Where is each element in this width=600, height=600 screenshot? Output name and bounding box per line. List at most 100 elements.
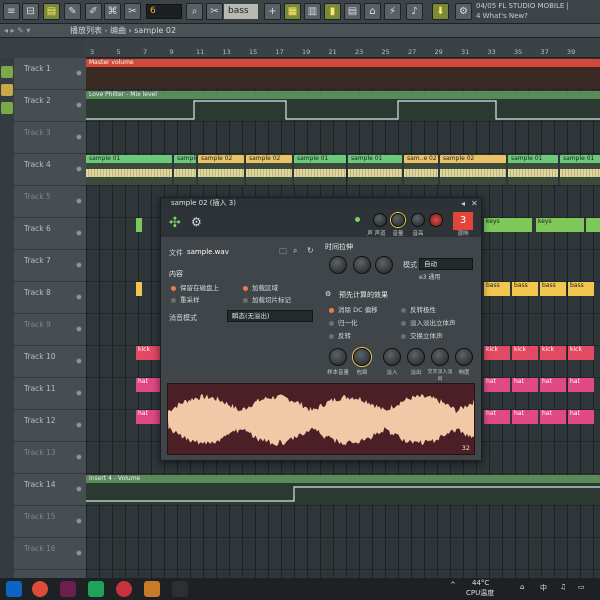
pattern-clip[interactable]: hat: [512, 410, 538, 424]
track-header[interactable]: Track 7: [14, 250, 86, 282]
track-add-icon[interactable]: [1, 102, 13, 114]
audio-clip[interactable]: sample 01: [294, 155, 346, 185]
option-load-regions[interactable]: 加载区域: [243, 282, 278, 292]
pattern-clip[interactable]: hat: [484, 378, 510, 392]
terminal-icon[interactable]: [172, 581, 188, 597]
track-header[interactable]: Track 12: [14, 410, 86, 442]
dialog-pin-icon[interactable]: ◂: [461, 198, 465, 209]
effect-remove-dc[interactable]: 消除 DC 偏移: [329, 304, 378, 314]
option-resample[interactable]: 重采样: [171, 294, 200, 304]
fade-in-knob[interactable]: [383, 348, 401, 366]
pattern-clip[interactable]: bass: [540, 282, 566, 296]
pattern-clip[interactable]: hat: [512, 378, 538, 392]
delete-icon[interactable]: ✂: [124, 3, 141, 20]
pattern-clip[interactable]: hat: [484, 410, 510, 424]
audio-clip[interactable]: sam..e 02: [404, 155, 438, 185]
option-keep-on-disk[interactable]: 保留在磁盘上: [171, 282, 219, 292]
track-header[interactable]: Track 15: [14, 506, 86, 538]
pattern-clip[interactable]: hat: [540, 410, 566, 424]
sample-volume-knob[interactable]: [329, 348, 347, 366]
fade-out-knob[interactable]: [407, 348, 425, 366]
audio-clip[interactable]: sample 01: [560, 155, 600, 185]
pattern-clip[interactable]: bass: [484, 282, 510, 296]
track-header[interactable]: Track 16: [14, 538, 86, 570]
timeline-ruler[interactable]: 3 5 7 9 11 13 15 17 19 21 23 25 27 29 31 33 35 37 39: [86, 38, 600, 58]
track-mute-led[interactable]: [76, 358, 82, 364]
premiere-icon[interactable]: [60, 581, 76, 597]
love-philter-clip[interactable]: Love Philter - Mix level: [86, 91, 600, 121]
volume-icon[interactable]: ♫: [560, 583, 566, 591]
track-mute-led[interactable]: [76, 550, 82, 556]
envelope-knob[interactable]: [353, 348, 371, 366]
piano-roll-icon[interactable]: ▥: [304, 3, 321, 20]
wrench-icon[interactable]: ⚙: [191, 215, 202, 229]
paint-icon[interactable]: ⌘: [104, 3, 121, 20]
track-mute-led[interactable]: [76, 262, 82, 268]
track-mute-led[interactable]: [76, 70, 82, 76]
plugin-icon[interactable]: ⚡: [384, 3, 401, 20]
track-mute-led[interactable]: [76, 166, 82, 172]
effect-fade-stereo[interactable]: 淡入淡出立体声: [401, 317, 456, 327]
dialog-title[interactable]: sample 02 (插入 3): [161, 198, 481, 209]
audio-clip[interactable]: sample 01: [174, 155, 196, 185]
track-mute-led[interactable]: [76, 518, 82, 524]
effect-swap-stereo[interactable]: 交换立体声: [401, 330, 443, 340]
mode-dropdown[interactable]: 自动: [419, 258, 473, 270]
pattern-clip[interactable]: bass: [512, 282, 538, 296]
audio-clip[interactable]: sample 01: [86, 155, 172, 185]
chrome-icon[interactable]: [32, 581, 48, 597]
system-tray[interactable]: ^ 44°C CPU温度 ⌂ 中 ♫ ▭: [436, 579, 596, 597]
pattern-clip[interactable]: hat: [568, 410, 594, 424]
pattern-icon[interactable]: ▤: [43, 3, 60, 20]
pattern-clip[interactable]: hat: [568, 378, 594, 392]
reload-icon[interactable]: ↻: [307, 246, 314, 255]
track-header[interactable]: Track 14: [14, 474, 86, 506]
snap-icon[interactable]: ⊟: [22, 3, 39, 20]
pattern-clip[interactable]: hat: [540, 378, 566, 392]
audio-clip[interactable]: sample 01: [348, 155, 402, 185]
language-icon[interactable]: 中: [540, 583, 547, 593]
pattern-clip[interactable]: keys: [536, 218, 584, 232]
fl-studio-icon[interactable]: [144, 581, 160, 597]
menu-icon[interactable]: ≡: [3, 3, 20, 20]
search-icon[interactable]: ⌕: [293, 246, 297, 256]
pitch-knob[interactable]: [411, 213, 425, 227]
track-header[interactable]: Track 2: [14, 90, 86, 122]
track-header[interactable]: Track 5: [14, 186, 86, 218]
track-mute-led[interactable]: [76, 198, 82, 204]
slice-icon[interactable]: ✂: [206, 3, 223, 20]
pattern-clip[interactable]: keys: [484, 218, 532, 232]
track-header[interactable]: Track 10: [14, 346, 86, 378]
plugin-picker-icon[interactable]: ⚙: [455, 3, 472, 20]
pattern-clip[interactable]: [586, 218, 600, 232]
track-header[interactable]: Track 13: [14, 442, 86, 474]
track-mute-led[interactable]: [76, 134, 82, 140]
track-header[interactable]: Track 6: [14, 218, 86, 250]
track-header[interactable]: Track 1: [14, 58, 86, 90]
audio-clip[interactable]: sample 02: [198, 155, 244, 185]
pattern-selector[interactable]: 6: [146, 4, 182, 19]
master-volume-clip[interactable]: Master volume: [86, 59, 600, 89]
loudness-knob[interactable]: [455, 348, 473, 366]
track-mute-led[interactable]: [76, 230, 82, 236]
pattern-clip[interactable]: kick: [484, 346, 510, 360]
track-mute-led[interactable]: [76, 102, 82, 108]
start-icon[interactable]: [6, 581, 22, 597]
pattern-clip[interactable]: kick: [540, 346, 566, 360]
effect-normalize[interactable]: 归一化: [329, 317, 358, 327]
insert-volume-clip[interactable]: Insert 4 - Volume: [86, 475, 600, 505]
pattern-clip[interactable]: [136, 282, 142, 296]
download-icon[interactable]: ⬇: [432, 3, 449, 20]
pattern-clip[interactable]: kick: [568, 346, 594, 360]
track-mute-led[interactable]: [76, 454, 82, 460]
track-header[interactable]: Track 4: [14, 154, 86, 186]
effect-reverse[interactable]: 反转: [329, 330, 351, 340]
declick-dropdown[interactable]: 瞬态(无溢出): [227, 310, 313, 322]
track-mute-led[interactable]: [76, 390, 82, 396]
notification-icon[interactable]: ▭: [578, 583, 585, 591]
pattern-clip[interactable]: bass: [568, 282, 594, 296]
recorder-icon[interactable]: [116, 581, 132, 597]
pattern-clip[interactable]: hat: [136, 378, 162, 392]
range-knob[interactable]: [429, 213, 443, 227]
news-panel[interactable]: 04/05 FL STUDIO MOBILE | 4 What's New?: [476, 1, 600, 23]
